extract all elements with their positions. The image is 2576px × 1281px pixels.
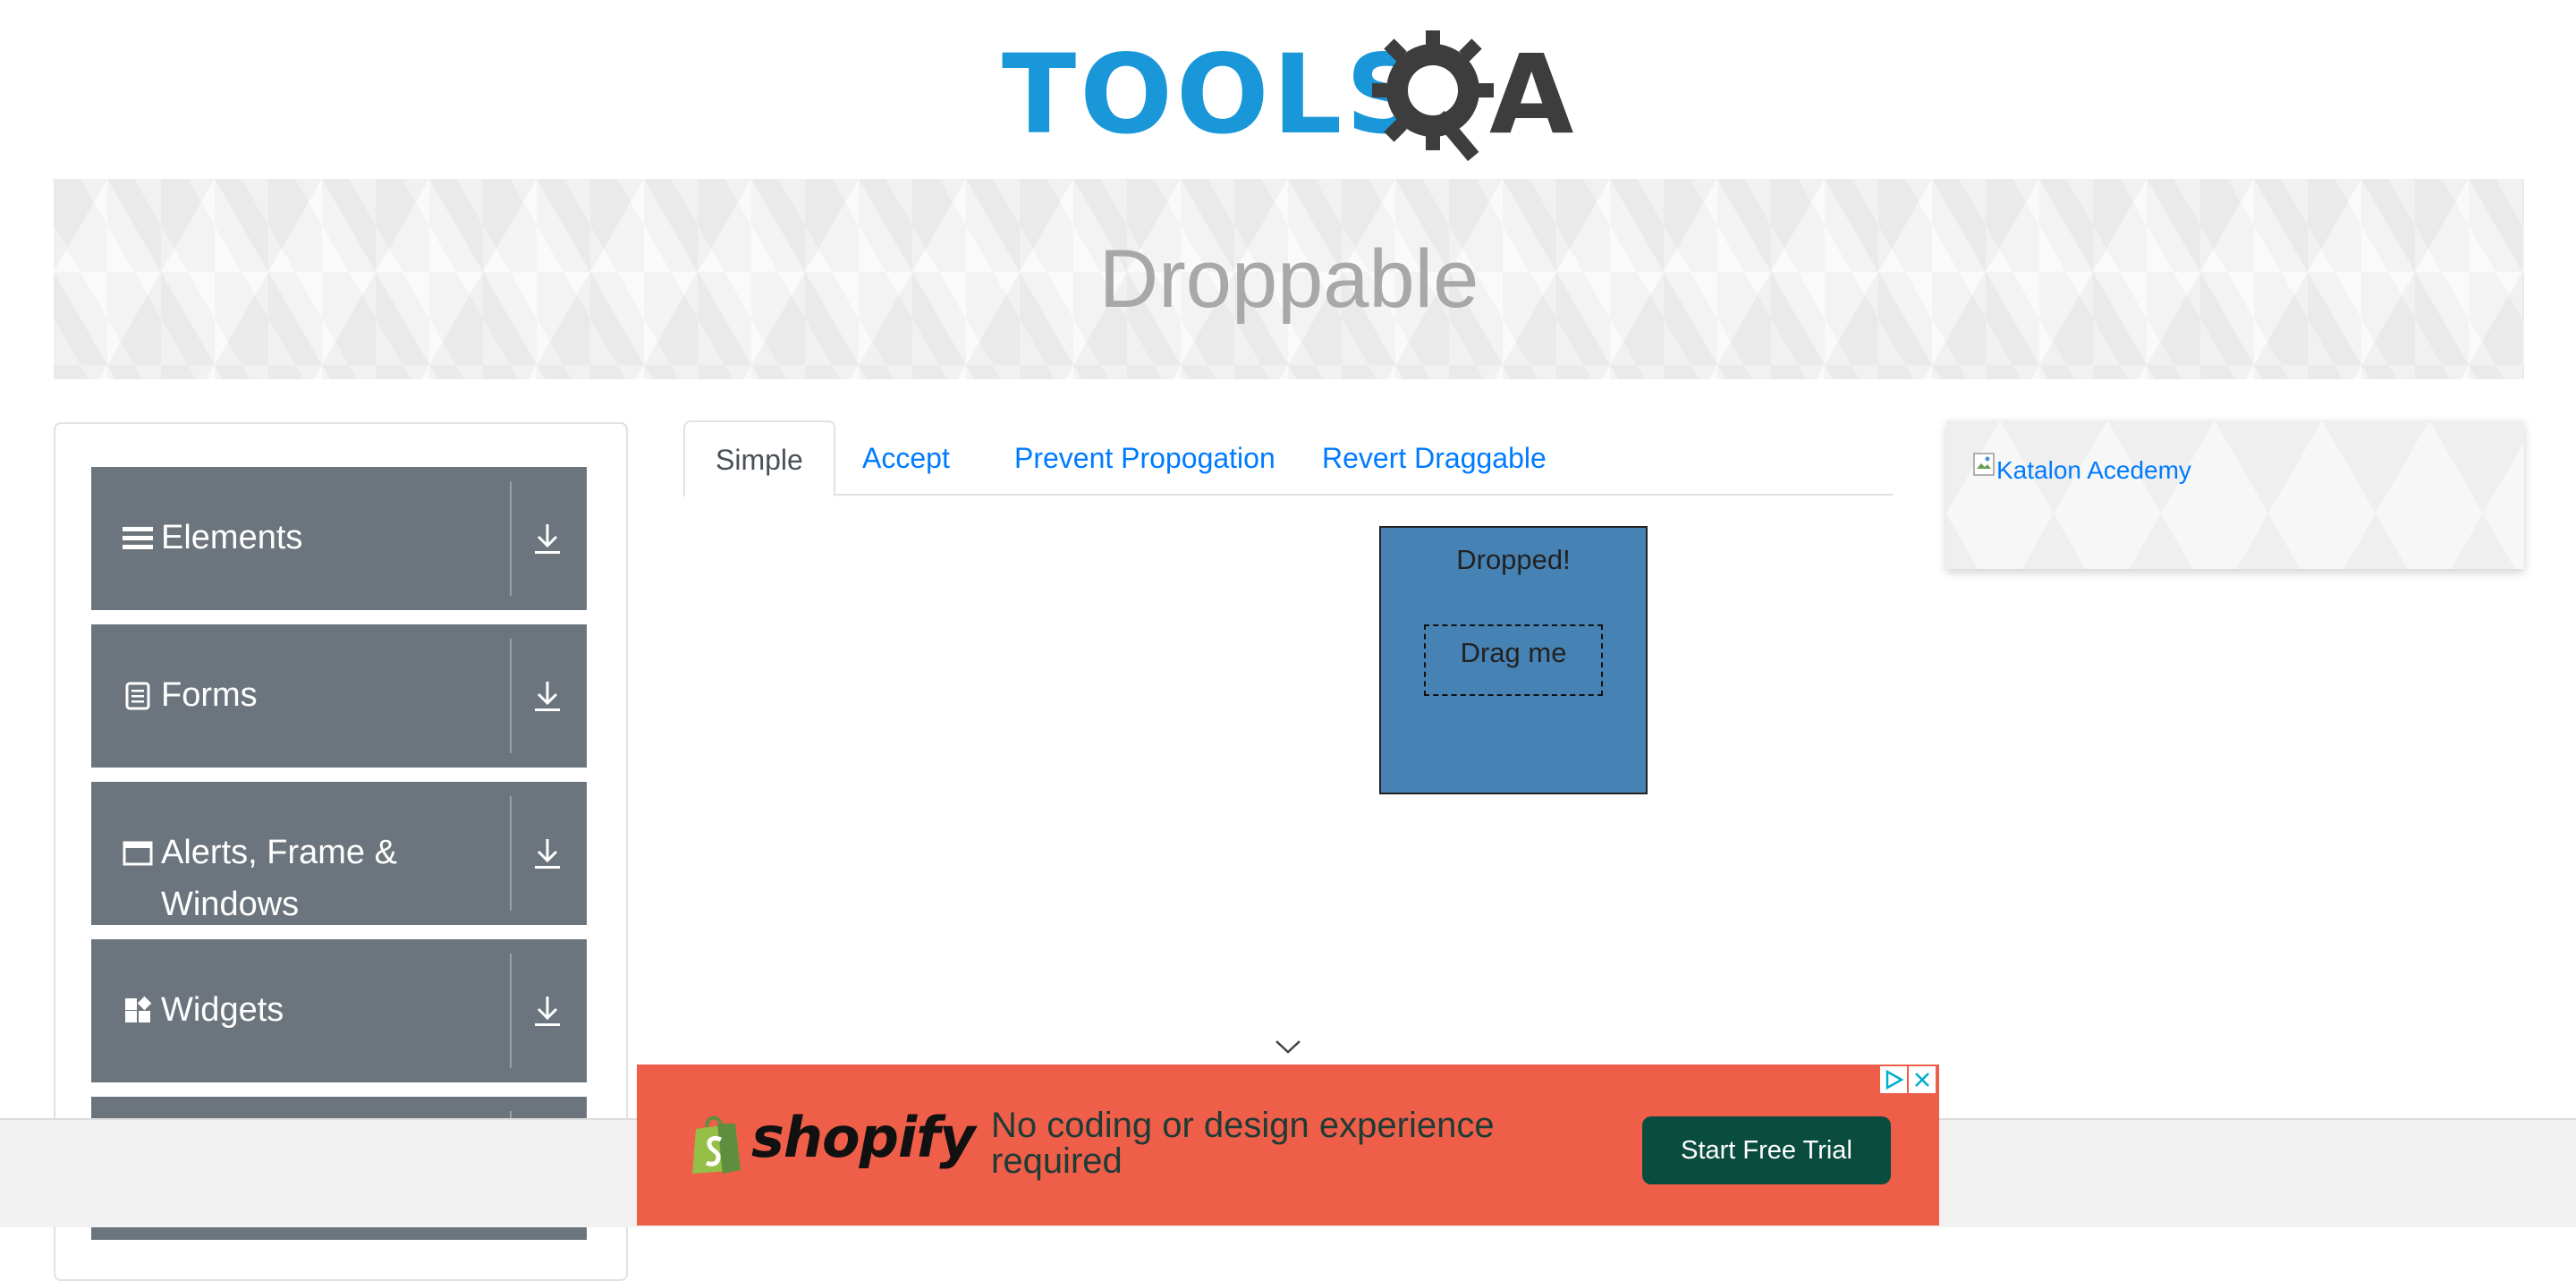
drop-target[interactable]: Dropped! Drag me (1379, 526, 1648, 794)
tab-simple[interactable]: Simple (683, 420, 835, 497)
sidebar-group-label: Forms (161, 676, 258, 714)
ad-message: No coding or design experience required (991, 1106, 1495, 1181)
gear-magnifier-icon (1372, 30, 1494, 162)
chevron-down-icon[interactable] (1274, 1038, 1302, 1056)
download-arrow-icon[interactable] (528, 834, 567, 873)
hamburger-icon (122, 522, 154, 555)
start-free-trial-button[interactable]: Start Free Trial (1642, 1116, 1891, 1184)
shopify-bag-icon (692, 1116, 741, 1174)
tab-accept[interactable]: Accept (832, 420, 980, 496)
tab-revert-draggable[interactable]: Revert Draggable (1292, 420, 1577, 496)
widgets-icon (122, 995, 154, 1027)
close-icon[interactable] (1909, 1066, 1936, 1093)
divider (510, 796, 512, 911)
download-arrow-icon[interactable] (528, 676, 567, 716)
logo-text: TOOLS (1002, 31, 1428, 158)
page-title: Droppable (1098, 233, 1479, 325)
sidebar-group-label: Alerts, Frame & Windows (161, 834, 397, 923)
window-icon (122, 837, 154, 870)
divider (510, 639, 512, 753)
drop-status-text: Dropped! (1456, 544, 1571, 575)
sidebar-group-elements[interactable]: Elements (91, 467, 587, 610)
tab-bar: Simple Accept Prevent Propogation Revert… (683, 420, 1893, 497)
sidebar-group-widgets[interactable]: Widgets (91, 939, 587, 1082)
sidebar-group-label: Widgets (161, 991, 284, 1029)
tab-prevent-propogation[interactable]: Prevent Propogation (984, 420, 1306, 496)
divider (510, 481, 512, 596)
logo-suffix: A (1489, 31, 1574, 158)
shopify-ad-banner[interactable]: shopify No coding or design experience r… (637, 1065, 1939, 1226)
sidebar-group-alerts-frame-windows[interactable]: Alerts, Frame & Windows (91, 782, 587, 925)
page-banner: Droppable (54, 179, 2524, 379)
side-ad-alt-text[interactable]: Katalon Acedemy (1996, 456, 2191, 485)
draggable-box[interactable]: Drag me (1424, 624, 1603, 696)
side-ad[interactable]: Katalon Acedemy (1946, 420, 2524, 569)
document-icon (122, 680, 154, 712)
adchoices-icon[interactable] (1880, 1066, 1907, 1093)
sidebar-group-forms[interactable]: Forms (91, 624, 587, 768)
broken-image-icon (1973, 453, 1995, 476)
divider (510, 954, 512, 1068)
shopify-wordmark: shopify (751, 1105, 976, 1170)
toolsqa-logo[interactable]: TOOLS A (1002, 23, 1583, 166)
download-arrow-icon[interactable] (528, 519, 567, 558)
download-arrow-icon[interactable] (528, 991, 567, 1031)
sidebar-group-label: Elements (161, 519, 303, 556)
